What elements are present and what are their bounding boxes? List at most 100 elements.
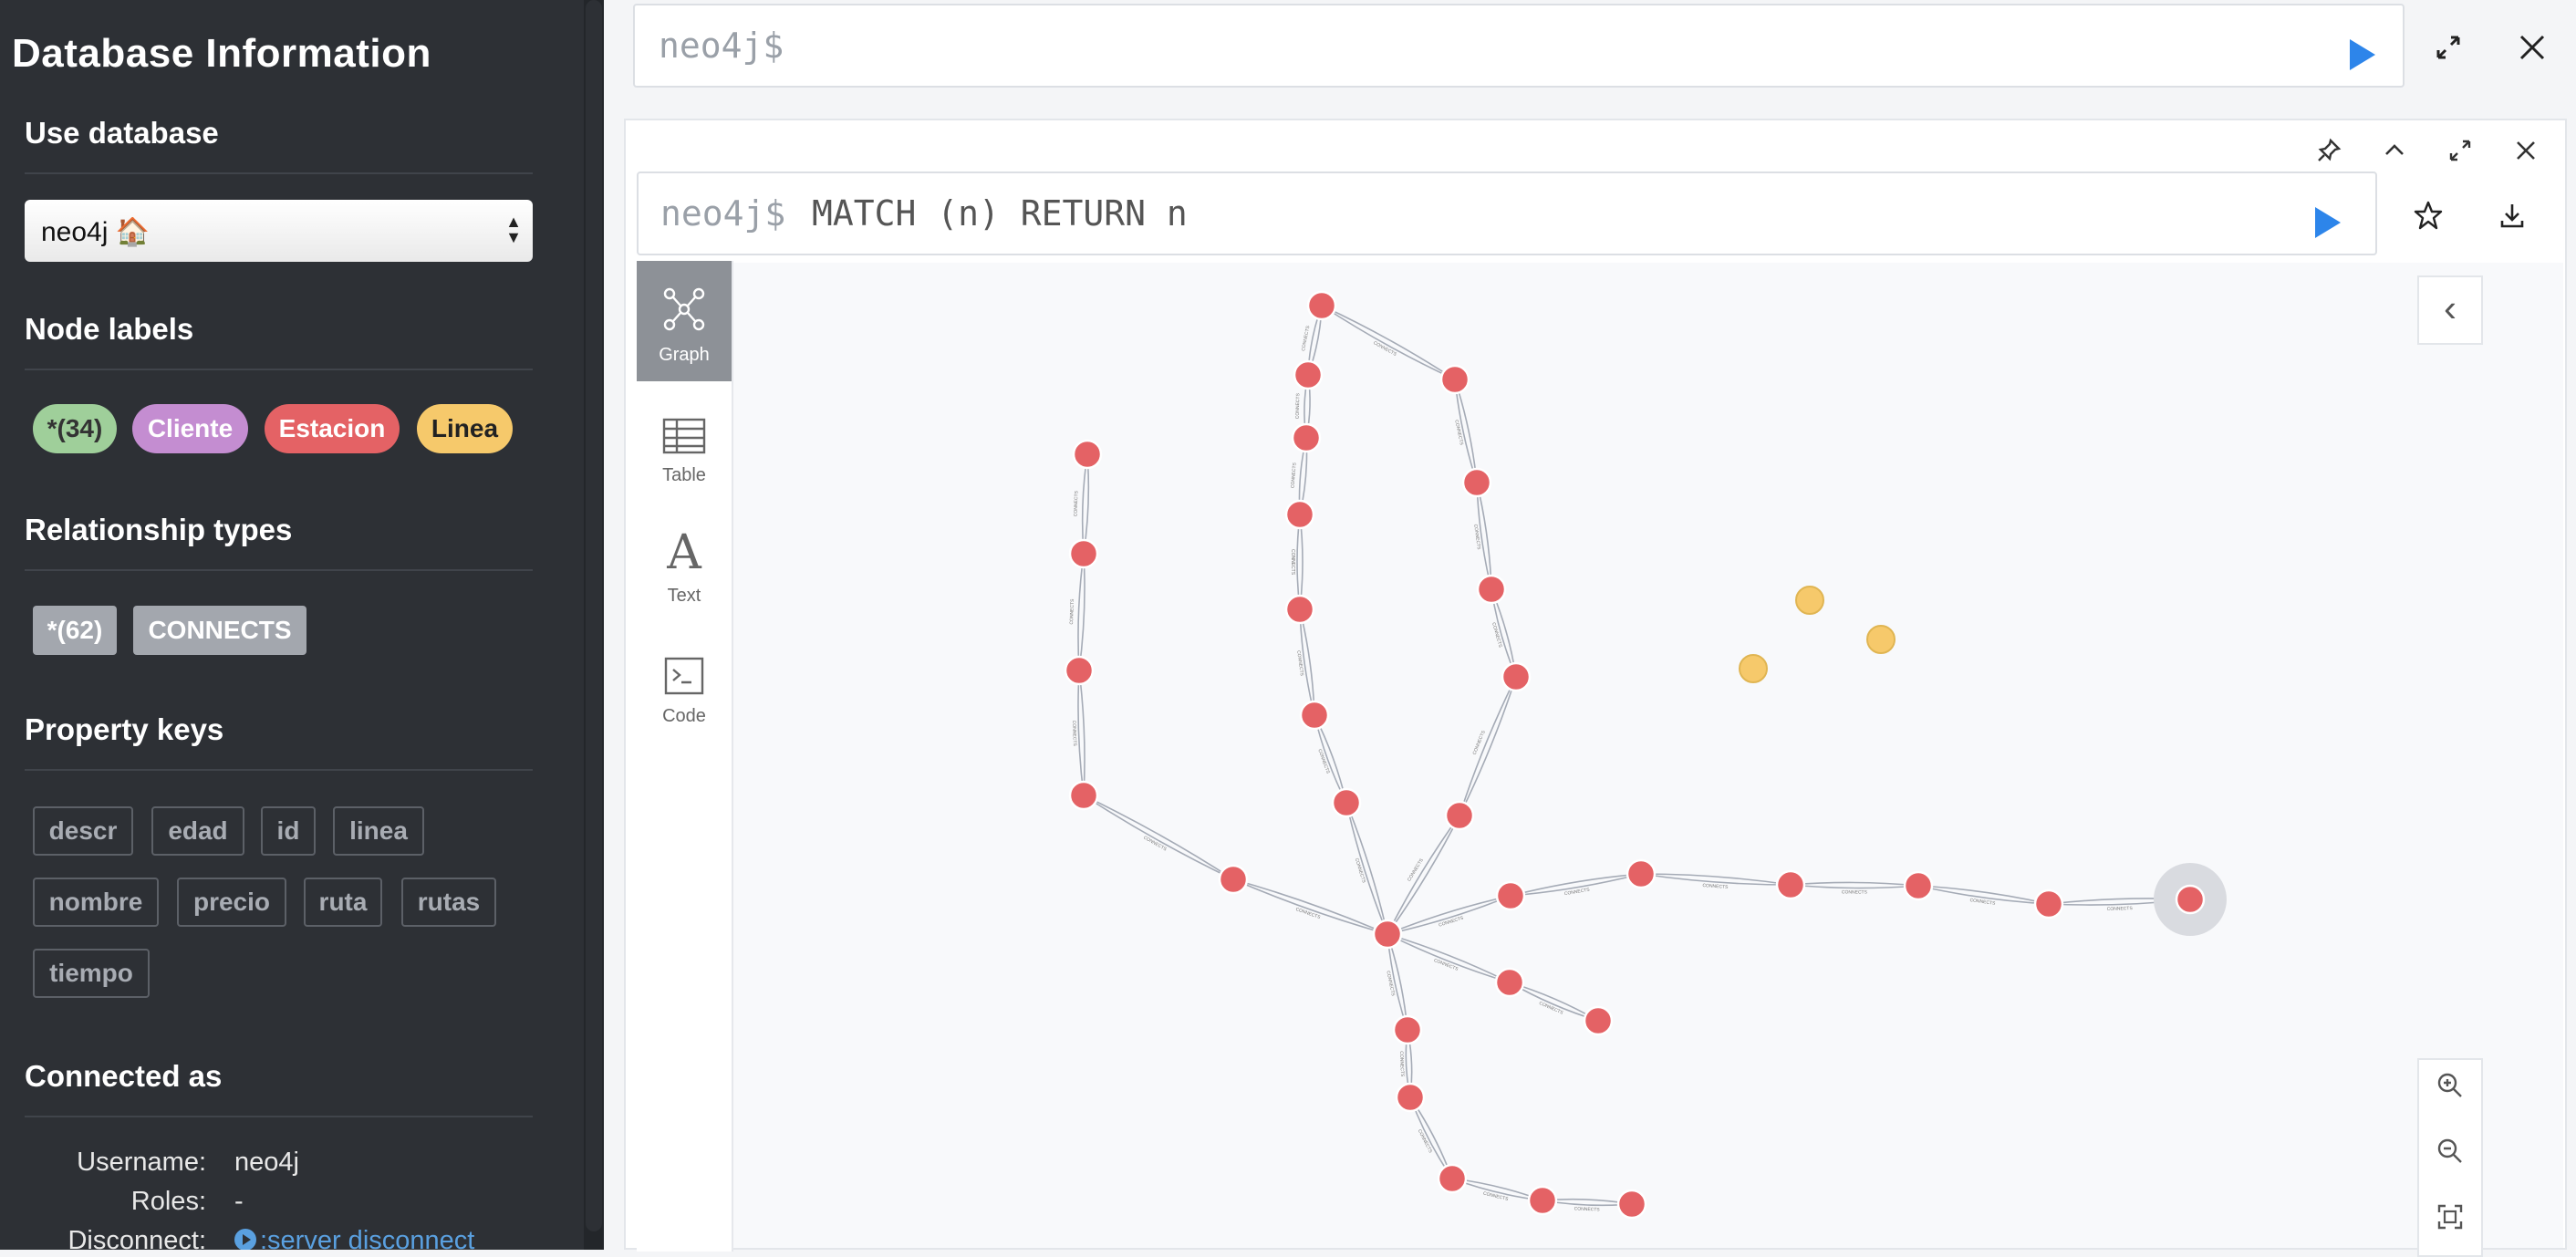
fullscreen-frame-icon[interactable] [2446,137,2474,164]
estacion-node[interactable] [1439,364,1470,395]
property-key[interactable]: precio [177,878,286,927]
estacion-node[interactable] [1331,787,1362,818]
estacion-node[interactable] [1284,594,1315,625]
relationship-edge[interactable] [1321,305,1456,380]
relationship-edge[interactable] [1083,795,1234,880]
estacion-node[interactable] [1527,1185,1558,1216]
estacion-node[interactable] [1392,1014,1423,1045]
relationship-type-all[interactable]: *(62) [33,606,117,655]
relationship-edge-label: CONNECTS [1398,1051,1405,1077]
estacion-node[interactable] [1291,422,1322,453]
linea-node[interactable] [1739,654,1768,683]
roles-label: Roles: [130,1187,206,1216]
node-label-cliente[interactable]: Cliente [132,404,248,453]
zoom-in-icon[interactable] [2419,1071,2481,1107]
node-label-all[interactable]: *(34) [33,404,117,453]
tab-code[interactable]: Code [637,622,732,743]
relationship-edge[interactable] [1790,881,1919,887]
tab-table[interactable]: Table [637,381,732,502]
relationship-edge-label: CONNECTS [1574,1206,1601,1212]
estacion-node[interactable] [1072,439,1103,470]
estacion-node[interactable] [1372,919,1403,950]
estacion-node[interactable] [1626,858,1657,889]
collapse-frame-icon[interactable] [2381,137,2408,164]
property-key[interactable]: nombre [33,878,159,927]
relationship-edge[interactable] [1232,878,1388,935]
estacion-node[interactable] [1299,700,1330,731]
main-editor[interactable]: neo4j$ [633,4,2405,88]
estacion-node[interactable] [1064,655,1095,686]
relationship-edge[interactable] [1387,815,1460,935]
zoom-out-icon[interactable] [2419,1137,2481,1173]
estacion-node[interactable] [1293,359,1324,390]
estacion-node[interactable] [1616,1189,1647,1220]
property-key[interactable]: tiempo [33,949,150,998]
rerun-query-icon[interactable] [2315,207,2341,238]
relationship-type-connects[interactable]: CONNECTS [133,606,306,655]
scrollbar-thumb[interactable] [586,0,602,1231]
relationship-edge[interactable] [1387,895,1511,935]
estacion-node[interactable] [1903,870,1934,901]
node-label-estacion[interactable]: Estacion [265,404,400,453]
relationship-edge[interactable] [1387,895,1511,935]
run-query-icon[interactable] [2350,39,2375,70]
relationship-edge[interactable] [1345,802,1388,935]
estacion-node[interactable] [1444,800,1475,831]
server-disconnect-link[interactable]: :server disconnect [234,1226,474,1250]
frame-query-editor[interactable]: neo4j$ MATCH (n) RETURN n [637,171,2377,255]
relationship-edge[interactable] [1083,795,1234,880]
relationship-edge[interactable] [1387,815,1460,935]
linea-node[interactable] [1866,625,1896,654]
relationship-edge[interactable] [1321,305,1456,380]
estacion-node[interactable] [1583,1005,1614,1036]
estacion-node[interactable] [1494,967,1525,998]
close-frame-icon[interactable] [2512,137,2540,164]
pin-icon[interactable] [2315,137,2342,164]
relationship-edge[interactable] [1459,676,1517,816]
estacion-node[interactable] [1775,869,1806,900]
estacion-node[interactable] [1495,880,1526,911]
relationship-edge[interactable] [1790,884,1919,889]
relationship-edge[interactable] [1232,878,1388,935]
close-editor-icon[interactable] [2516,31,2549,64]
relationship-edge[interactable] [1387,933,1511,983]
relationship-edge[interactable] [1345,802,1388,935]
property-key[interactable]: ruta [304,878,382,927]
estacion-node[interactable] [1218,864,1249,895]
relationship-edge-label: CONNECTS [1301,325,1311,351]
property-key[interactable]: id [261,806,316,856]
property-key[interactable]: descr [33,806,133,856]
inspector-toggle-chevron-left-icon[interactable]: ‹ [2417,275,2483,345]
estacion-node[interactable] [1068,780,1099,811]
relationship-edge[interactable] [1387,933,1511,983]
fullscreen-editor-icon[interactable] [2432,31,2465,64]
tab-graph[interactable]: Graph [637,261,732,381]
estacion-node[interactable] [1437,1163,1468,1194]
table-icon [662,418,706,454]
estacion-node[interactable] [1501,661,1532,692]
relationship-edge[interactable] [1459,676,1517,816]
tab-text-label: Text [667,586,701,606]
tab-text[interactable]: A Text [637,502,732,622]
linea-node[interactable] [1795,586,1824,615]
estacion-node[interactable] [1395,1082,1426,1113]
estacion-node[interactable] [2033,888,2064,919]
estacion-node[interactable] [2175,884,2206,915]
fit-to-screen-icon[interactable] [2419,1202,2481,1239]
property-key[interactable]: edad [151,806,244,856]
favorite-star-icon[interactable] [2412,199,2445,232]
property-key[interactable]: linea [333,806,424,856]
node-label-linea[interactable]: Linea [417,404,513,453]
estacion-node[interactable] [1476,574,1507,605]
property-key[interactable]: rutas [401,878,496,927]
estacion-node[interactable] [1461,467,1492,498]
download-icon[interactable] [2496,199,2529,232]
graph-svg[interactable]: CONNECTS CONNECTS CONNECTS CONNECTS CONNECTS… [733,263,2563,1248]
sidebar-scrollbar[interactable] [584,0,604,1250]
database-select[interactable]: neo4j 🏠 ▲ ▼ [25,200,533,262]
graph-canvas[interactable]: CONNECTS CONNECTS CONNECTS CONNECTS CONNECTS… [733,263,2563,1257]
estacion-node[interactable] [1068,538,1099,569]
sidebar: Database Information Use database neo4j … [0,0,584,1250]
estacion-node[interactable] [1306,290,1337,321]
estacion-node[interactable] [1284,499,1315,530]
